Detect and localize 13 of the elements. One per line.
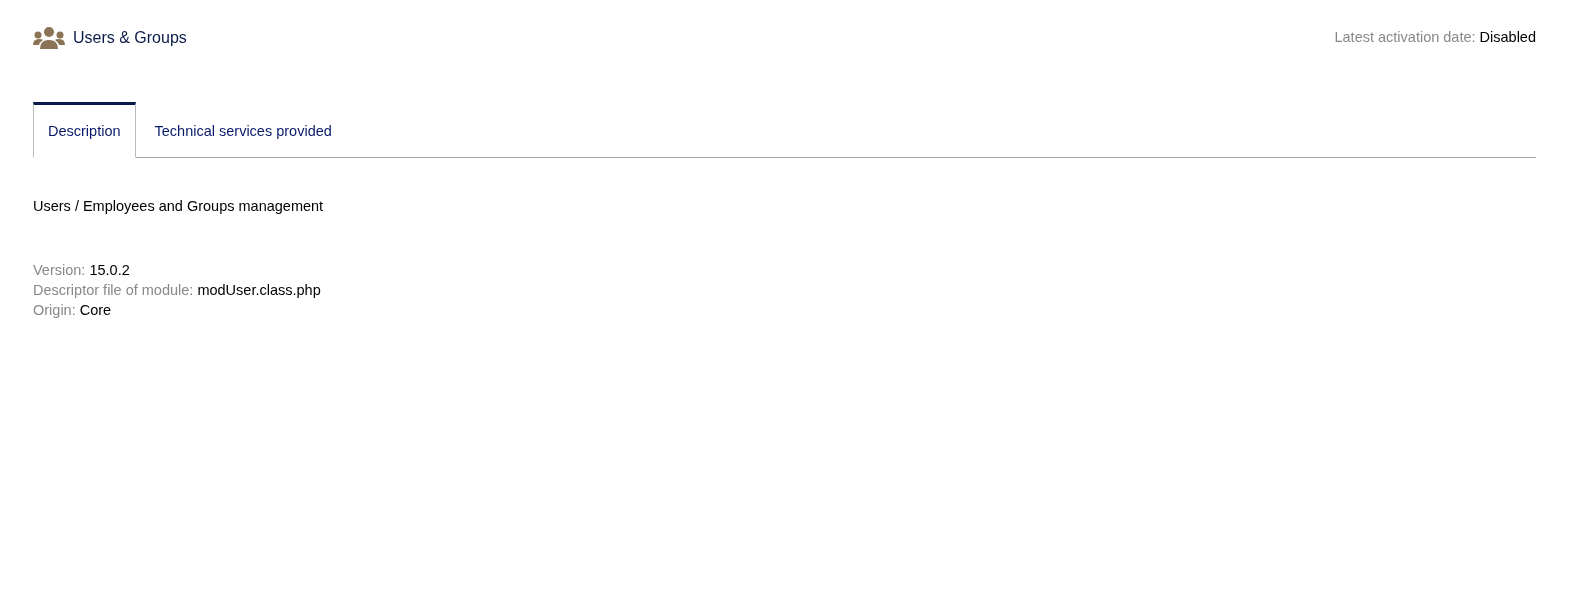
activation-label: Latest activation date: xyxy=(1334,29,1476,46)
property-value: 15.0.2 xyxy=(89,261,130,278)
module-description: Users / Employees and Groups management xyxy=(33,196,325,216)
property-value: Core xyxy=(79,301,112,318)
property-label: Origin: xyxy=(33,301,76,318)
tab[interactable]: Technical services provided xyxy=(135,102,347,158)
property-label: Descriptor file of module: xyxy=(33,281,194,298)
property-value: modUser.class.php xyxy=(197,281,321,298)
users-icon xyxy=(33,27,65,49)
module-title: Users & Groups xyxy=(73,28,187,48)
tab[interactable]: Description xyxy=(33,102,136,158)
property-label: Version: xyxy=(33,261,86,278)
activation-value: Disabled xyxy=(1479,29,1536,46)
